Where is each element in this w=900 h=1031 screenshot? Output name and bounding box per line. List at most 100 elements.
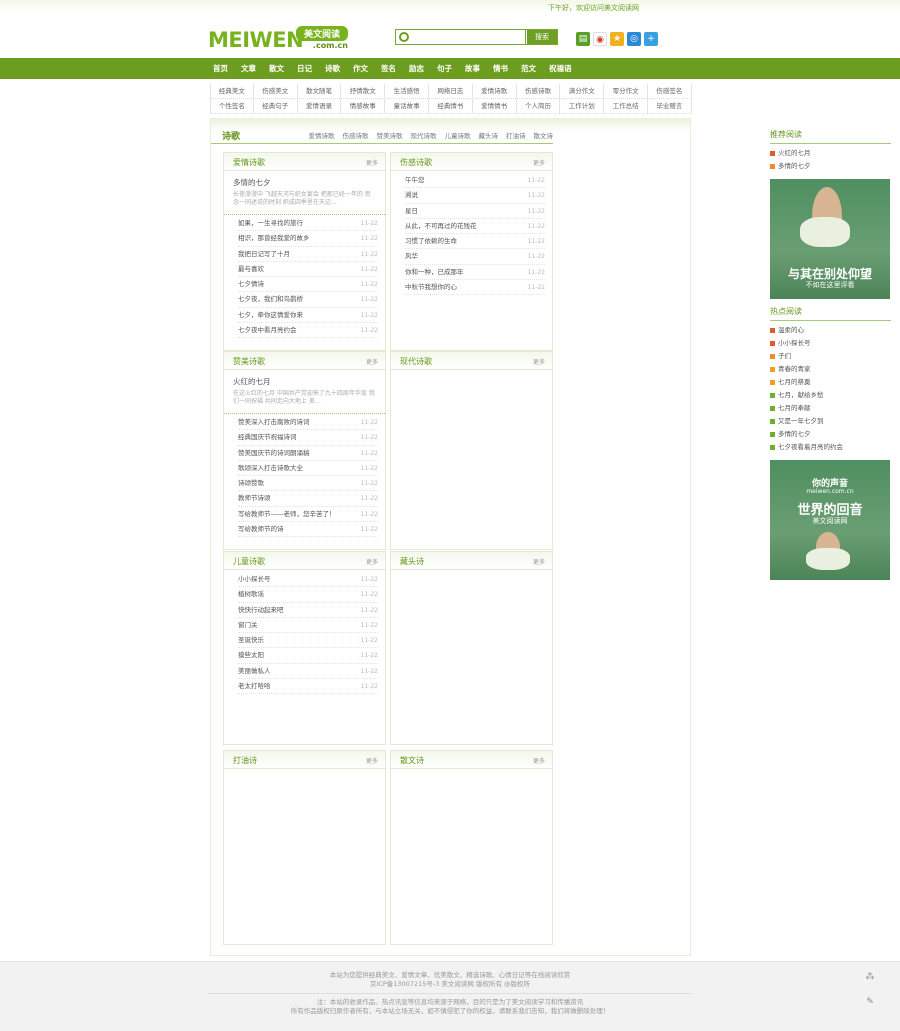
poem-category-link[interactable]: 儿童诗歌	[445, 130, 471, 140]
search-button[interactable]: 搜索	[527, 30, 557, 44]
list-item[interactable]: 七夕情诗 11-22	[238, 277, 378, 293]
recommend-item[interactable]: 火红的七月	[770, 147, 891, 160]
hot-title[interactable]: 七月，献给乡愁	[778, 391, 824, 399]
list-item[interactable]: 从此，不可再过的花残花 11-22	[405, 219, 545, 235]
subnav-link[interactable]: 抒情散文	[341, 84, 386, 98]
subnav-link[interactable]: 伤感美文	[254, 84, 298, 98]
article-title[interactable]: 风华	[405, 252, 418, 260]
hot-item[interactable]: 子们	[770, 350, 891, 363]
more-link[interactable]: 更多	[366, 756, 378, 765]
article-title[interactable]: 我把日记写了十月	[238, 250, 290, 258]
article-title[interactable]: 摸些太阳	[238, 651, 264, 659]
list-item[interactable]: 溯说 11-22	[405, 188, 545, 204]
poem-category-link[interactable]: 赞美诗歌	[377, 130, 403, 140]
category-box-title[interactable]: 藏头诗	[400, 556, 424, 567]
hot-title[interactable]: 子们	[778, 352, 791, 360]
list-item[interactable]: 中秋节我想你的心 11-22	[405, 280, 545, 296]
subnav-link[interactable]: 经典句子	[254, 99, 298, 113]
hot-item[interactable]: 多情的七夕	[770, 428, 891, 441]
site-logo[interactable]: MEIWEN 美文阅读 .com.cn	[208, 26, 348, 52]
subnav-link[interactable]: 爱情诗歌	[473, 84, 517, 98]
list-item[interactable]: 摸些太阳 11-22	[238, 648, 378, 664]
subnav-link[interactable]: 生活感悟	[385, 84, 429, 98]
hot-item[interactable]: 七月的奉献	[770, 402, 891, 415]
more-link[interactable]: 更多	[533, 557, 545, 566]
nav-item[interactable]: 作文	[353, 58, 368, 79]
more-link[interactable]: 更多	[533, 158, 545, 167]
subnav-link[interactable]: 散文随笔	[298, 84, 342, 98]
featured-title[interactable]: 火红的七月	[233, 376, 376, 387]
subnav-link[interactable]: 伤感签名	[648, 84, 692, 98]
list-item[interactable]: 赞美深入打击腐败的诗词 11-22	[238, 415, 378, 431]
subnav-link[interactable]: 经典情书	[429, 99, 473, 113]
list-item[interactable]: 圣诞快乐 11-22	[238, 633, 378, 649]
search-input[interactable]	[412, 30, 526, 44]
hot-item[interactable]: 温柔的心	[770, 324, 891, 337]
subnav-link[interactable]: 童话故事	[385, 99, 429, 113]
poem-category-link[interactable]: 散文诗	[534, 130, 554, 140]
poem-category-link[interactable]: 藏头诗	[479, 130, 499, 140]
article-title[interactable]: 习惯了依赖的生命	[405, 237, 457, 245]
article-title[interactable]: 中秋节我想你的心	[405, 283, 457, 291]
nav-item[interactable]: 范文	[521, 58, 536, 79]
hot-title[interactable]: 小小探长号	[778, 339, 811, 347]
article-title[interactable]: 经典国庆节祝福诗词	[238, 433, 297, 441]
list-item[interactable]: 植树歌谣 11-22	[238, 587, 378, 603]
list-item[interactable]: 快快行动起来吧 11-22	[238, 603, 378, 618]
list-item[interactable]: 七夕，牵你这情爱你来 11-22	[238, 308, 378, 324]
article-title[interactable]: 小小探长号	[238, 575, 271, 583]
nav-item[interactable]: 签名	[381, 58, 396, 79]
list-item[interactable]: 风华 11-22	[405, 249, 545, 265]
nav-item[interactable]: 情书	[493, 58, 508, 79]
article-title[interactable]: 七夕夜，我们和鸟鹊桥	[238, 295, 303, 303]
ad-banner-1[interactable]: 与其在别处仰望 不如在这里评看	[770, 179, 890, 299]
book-icon[interactable]: ▤	[576, 32, 590, 46]
category-box-title[interactable]: 打油诗	[233, 755, 257, 766]
list-item[interactable]: 星日 11-22	[405, 204, 545, 219]
hot-title[interactable]: 又是一年七夕到	[778, 417, 824, 425]
hot-item[interactable]: 七月，献给乡愁	[770, 389, 891, 402]
article-title[interactable]: 老太打哈哈	[238, 682, 271, 690]
hot-item[interactable]: 小小探长号	[770, 337, 891, 350]
list-item[interactable]: 习惯了依赖的生命 11-22	[405, 234, 545, 250]
list-item[interactable]: 最与喜欢 11-22	[238, 262, 378, 278]
article-title[interactable]: 如果，一生寻找的旅行	[238, 219, 303, 227]
poem-category-link[interactable]: 爱情诗歌	[309, 130, 335, 140]
list-item[interactable]: 你和一种，已成那年 11-22	[405, 265, 545, 281]
recommend-title[interactable]: 火红的七月	[778, 149, 811, 157]
nav-item[interactable]: 祝福语	[549, 58, 572, 79]
list-item[interactable]: 我把日记写了十月 11-22	[238, 247, 378, 262]
category-box-title[interactable]: 伤感诗歌	[400, 157, 432, 168]
list-item[interactable]: 相识，那曾经我爱的故乡 11-22	[238, 231, 378, 247]
ad-banner-2[interactable]: 你的声音 meiwen.com.cn 世界的回音 美文阅读网	[770, 460, 890, 580]
subnav-link[interactable]: 爱情语录	[298, 99, 342, 113]
nav-item[interactable]: 首页	[213, 58, 228, 79]
article-title[interactable]: 从此，不可再过的花残花	[405, 222, 477, 230]
article-title[interactable]: 最与喜欢	[238, 265, 264, 273]
footer-line-2[interactable]: 京ICP备13007215号-3 美文阅读网 版权所有 @版权所	[0, 980, 900, 989]
hot-title[interactable]: 青春的青家	[778, 365, 811, 373]
more-link[interactable]: 更多	[366, 158, 378, 167]
nav-item[interactable]: 诗歌	[325, 58, 340, 79]
article-title[interactable]: 写给教师节——老师，您辛苦了！	[238, 510, 336, 518]
hot-item[interactable]: 青春的青家	[770, 363, 891, 376]
recommend-title[interactable]: 多情的七夕	[778, 162, 811, 170]
subnav-link[interactable]: 经典美文	[210, 84, 254, 98]
list-item[interactable]: 七夕夜中看月亮约会 11-22	[238, 323, 378, 339]
hot-item[interactable]: 又是一年七夕到	[770, 415, 891, 428]
article-title[interactable]: 午午您	[405, 176, 425, 184]
hot-item[interactable]: 七月的祭奠	[770, 376, 891, 389]
subnav-link[interactable]: 工作计划	[560, 99, 605, 113]
article-title[interactable]: 快快行动起来吧	[238, 606, 284, 614]
subnav-link[interactable]: 伤感诗歌	[517, 84, 561, 98]
category-box-title[interactable]: 现代诗歌	[400, 356, 432, 367]
subnav-link[interactable]: 爱情情书	[473, 99, 517, 113]
list-item[interactable]: 教师节诗颂 11-22	[238, 491, 378, 507]
article-title[interactable]: 相识，那曾经我爱的故乡	[238, 234, 310, 242]
share-icon[interactable]: ⁂	[864, 972, 876, 984]
article-title[interactable]: 窗门关	[238, 621, 258, 629]
poem-category-link[interactable]: 打油诗	[506, 130, 526, 140]
list-item[interactable]: 诗颂赞歌 11-22	[238, 476, 378, 492]
list-item[interactable]: 七夕夜，我们和鸟鹊桥 11-22	[238, 292, 378, 308]
nav-item[interactable]: 文章	[241, 58, 256, 79]
